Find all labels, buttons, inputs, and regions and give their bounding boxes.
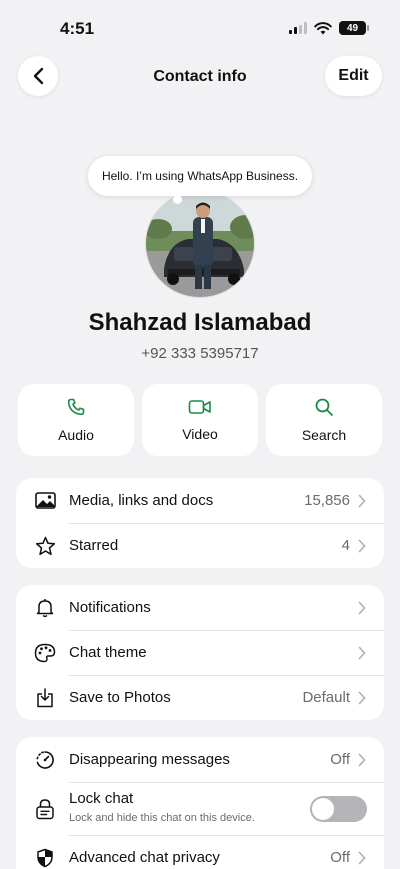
lock-chat-text: Lock chat Lock and hide this chat on thi… <box>69 790 255 824</box>
advanced-chat-privacy-value: Off <box>330 849 350 866</box>
starred-label: Starred <box>69 537 119 554</box>
avatar[interactable] <box>145 190 255 298</box>
chevron-right-icon <box>358 601 366 614</box>
chevron-right-icon <box>358 539 366 552</box>
search-button[interactable]: Search <box>266 384 382 456</box>
save-to-photos-value: Default <box>302 689 350 706</box>
edit-button[interactable]: Edit <box>325 56 382 96</box>
signal-icon <box>289 22 307 34</box>
search-label: Search <box>301 427 347 443</box>
chevron-right-icon <box>358 753 366 766</box>
settings-group: Notifications Chat theme Save to Photos … <box>16 585 384 720</box>
save-to-photos-row[interactable]: Save to Photos Default <box>16 675 384 720</box>
nav-bar: Contact info Edit <box>0 56 400 98</box>
media-group: Media, links and docs 15,856 Starred 4 <box>16 478 384 568</box>
lock-chat-sublabel: Lock and hide this chat on this device. <box>69 812 255 824</box>
media-links-docs-row[interactable]: Media, links and docs 15,856 <box>16 478 384 523</box>
status-message-bubble: Hello. I’m using WhatsApp Business. <box>88 156 312 196</box>
lock-chat-row: Lock chat Lock and hide this chat on thi… <box>16 782 384 835</box>
video-label: Video <box>182 426 218 442</box>
video-call-button[interactable]: Video <box>142 384 258 456</box>
starred-count: 4 <box>341 537 350 554</box>
chat-theme-row[interactable]: Chat theme <box>16 630 384 675</box>
starred-row[interactable]: Starred 4 <box>16 523 384 568</box>
save-icon <box>34 687 56 709</box>
notifications-label: Notifications <box>69 599 151 616</box>
status-time: 4:51 <box>60 19 95 38</box>
status-bar: 4:51 49 <box>0 0 400 56</box>
status-icons: 49 <box>289 21 369 35</box>
bell-icon <box>34 597 56 619</box>
timer-icon <box>34 749 56 771</box>
wifi-icon <box>314 21 332 34</box>
advanced-chat-privacy-label: Advanced chat privacy <box>69 849 220 866</box>
palette-icon <box>34 642 56 664</box>
toggle-knob <box>312 797 334 820</box>
media-label: Media, links and docs <box>69 492 214 509</box>
lock-icon <box>34 798 56 820</box>
contact-phone[interactable]: +92 333 5395717 <box>0 345 400 362</box>
contact-name: Shahzad Islamabad <box>88 309 312 336</box>
avatar-photo <box>146 191 254 297</box>
video-icon <box>188 400 211 414</box>
chevron-right-icon <box>358 646 366 659</box>
photo-icon <box>34 490 56 512</box>
phone-icon <box>67 398 85 416</box>
shield-icon <box>34 847 56 869</box>
disappearing-messages-row[interactable]: Disappearing messages Off <box>16 737 384 782</box>
save-to-photos-label: Save to Photos <box>69 689 171 706</box>
bubble-tail <box>173 195 182 204</box>
lock-chat-toggle[interactable] <box>310 795 367 822</box>
quick-actions: Audio Video Search <box>18 384 382 456</box>
lock-chat-label: Lock chat <box>69 790 134 807</box>
audio-call-button[interactable]: Audio <box>18 384 134 456</box>
chat-theme-label: Chat theme <box>69 644 147 661</box>
chevron-right-icon <box>358 494 366 507</box>
media-count: 15,856 <box>304 492 350 509</box>
notifications-row[interactable]: Notifications <box>16 585 384 630</box>
star-icon <box>34 535 56 557</box>
search-icon <box>315 398 333 416</box>
privacy-group: Disappearing messages Off Lock chat Lock… <box>16 737 384 869</box>
chevron-right-icon <box>358 691 366 704</box>
disappearing-messages-value: Off <box>330 751 350 768</box>
advanced-chat-privacy-row[interactable]: Advanced chat privacy Off <box>16 835 384 869</box>
chevron-right-icon <box>358 851 366 864</box>
disappearing-messages-label: Disappearing messages <box>69 751 230 768</box>
audio-label: Audio <box>58 427 94 443</box>
battery-icon: 49 <box>339 21 369 35</box>
